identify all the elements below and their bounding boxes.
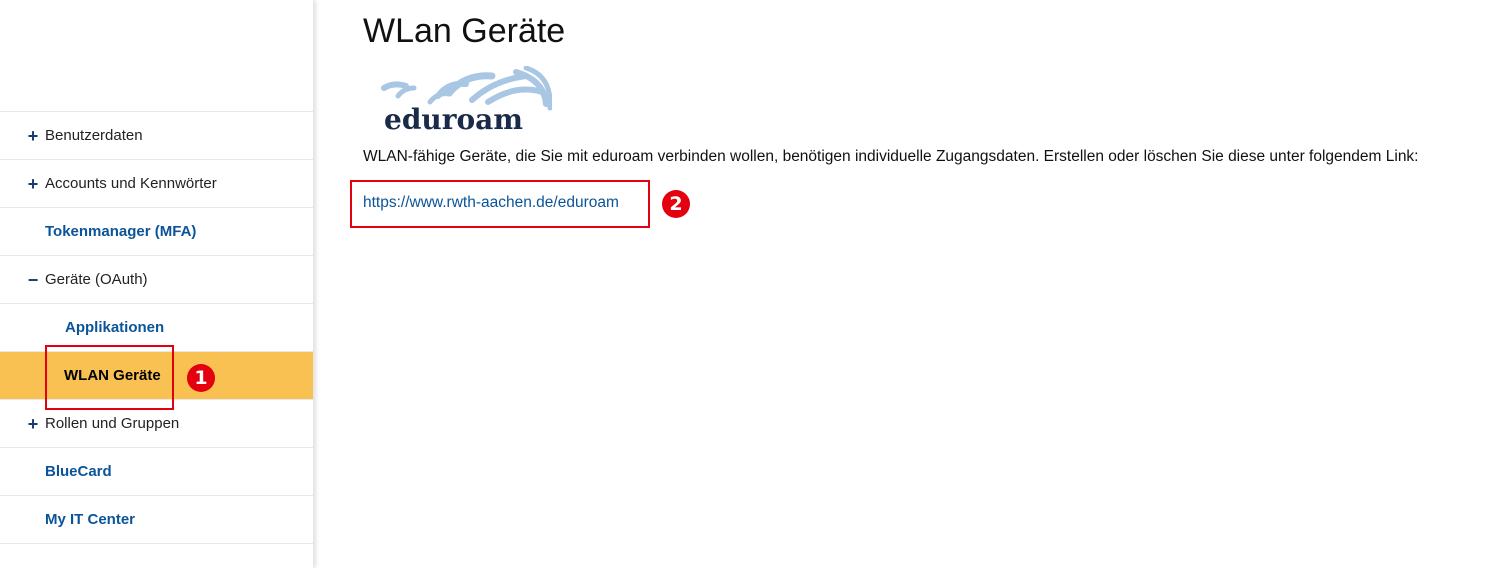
annotation-box-2 [350, 180, 650, 228]
sidebar-nav: + Benutzerdaten + Accounts und Kennwörte… [0, 111, 313, 544]
annotation-badge-2: 2 [662, 190, 690, 218]
page: + Benutzerdaten + Accounts und Kennwörte… [0, 0, 1506, 568]
sidebar-item-tokenmanager[interactable]: Tokenmanager (MFA) [0, 208, 313, 256]
plus-icon: + [27, 173, 39, 194]
sidebar-item-label: Rollen und Gruppen [45, 415, 180, 432]
annotation-badge-1: 1 [187, 364, 215, 392]
page-title: WLan Geräte [363, 12, 566, 50]
minus-icon: − [27, 269, 39, 290]
sidebar-item-label: Benutzerdaten [45, 127, 143, 144]
sidebar: + Benutzerdaten + Accounts und Kennwörte… [0, 0, 313, 568]
sidebar-item-label: My IT Center [45, 511, 136, 528]
eduroam-logo: eduroam [381, 66, 552, 134]
eduroam-logo-text: eduroam [384, 103, 523, 134]
sidebar-item-bluecard[interactable]: BlueCard [0, 448, 313, 496]
sidebar-item-label: Tokenmanager (MFA) [45, 223, 197, 240]
sidebar-item-label: Geräte (OAuth) [45, 271, 148, 288]
sidebar-item-my-it-center[interactable]: My IT Center [0, 496, 313, 544]
sidebar-item-label: BlueCard [45, 463, 112, 480]
sidebar-item-geraete-oauth[interactable]: − Geräte (OAuth) [0, 256, 313, 304]
annotation-box-1 [45, 345, 174, 410]
sidebar-item-benutzerdaten[interactable]: + Benutzerdaten [0, 112, 313, 160]
sidebar-item-label: Accounts und Kennwörter [45, 175, 217, 192]
plus-icon: + [27, 413, 39, 434]
sidebar-item-label: Applikationen [65, 319, 165, 336]
plus-icon: + [27, 125, 39, 146]
description-text: WLAN-fähige Geräte, die Sie mit eduroam … [363, 148, 1419, 165]
sidebar-item-accounts[interactable]: + Accounts und Kennwörter [0, 160, 313, 208]
